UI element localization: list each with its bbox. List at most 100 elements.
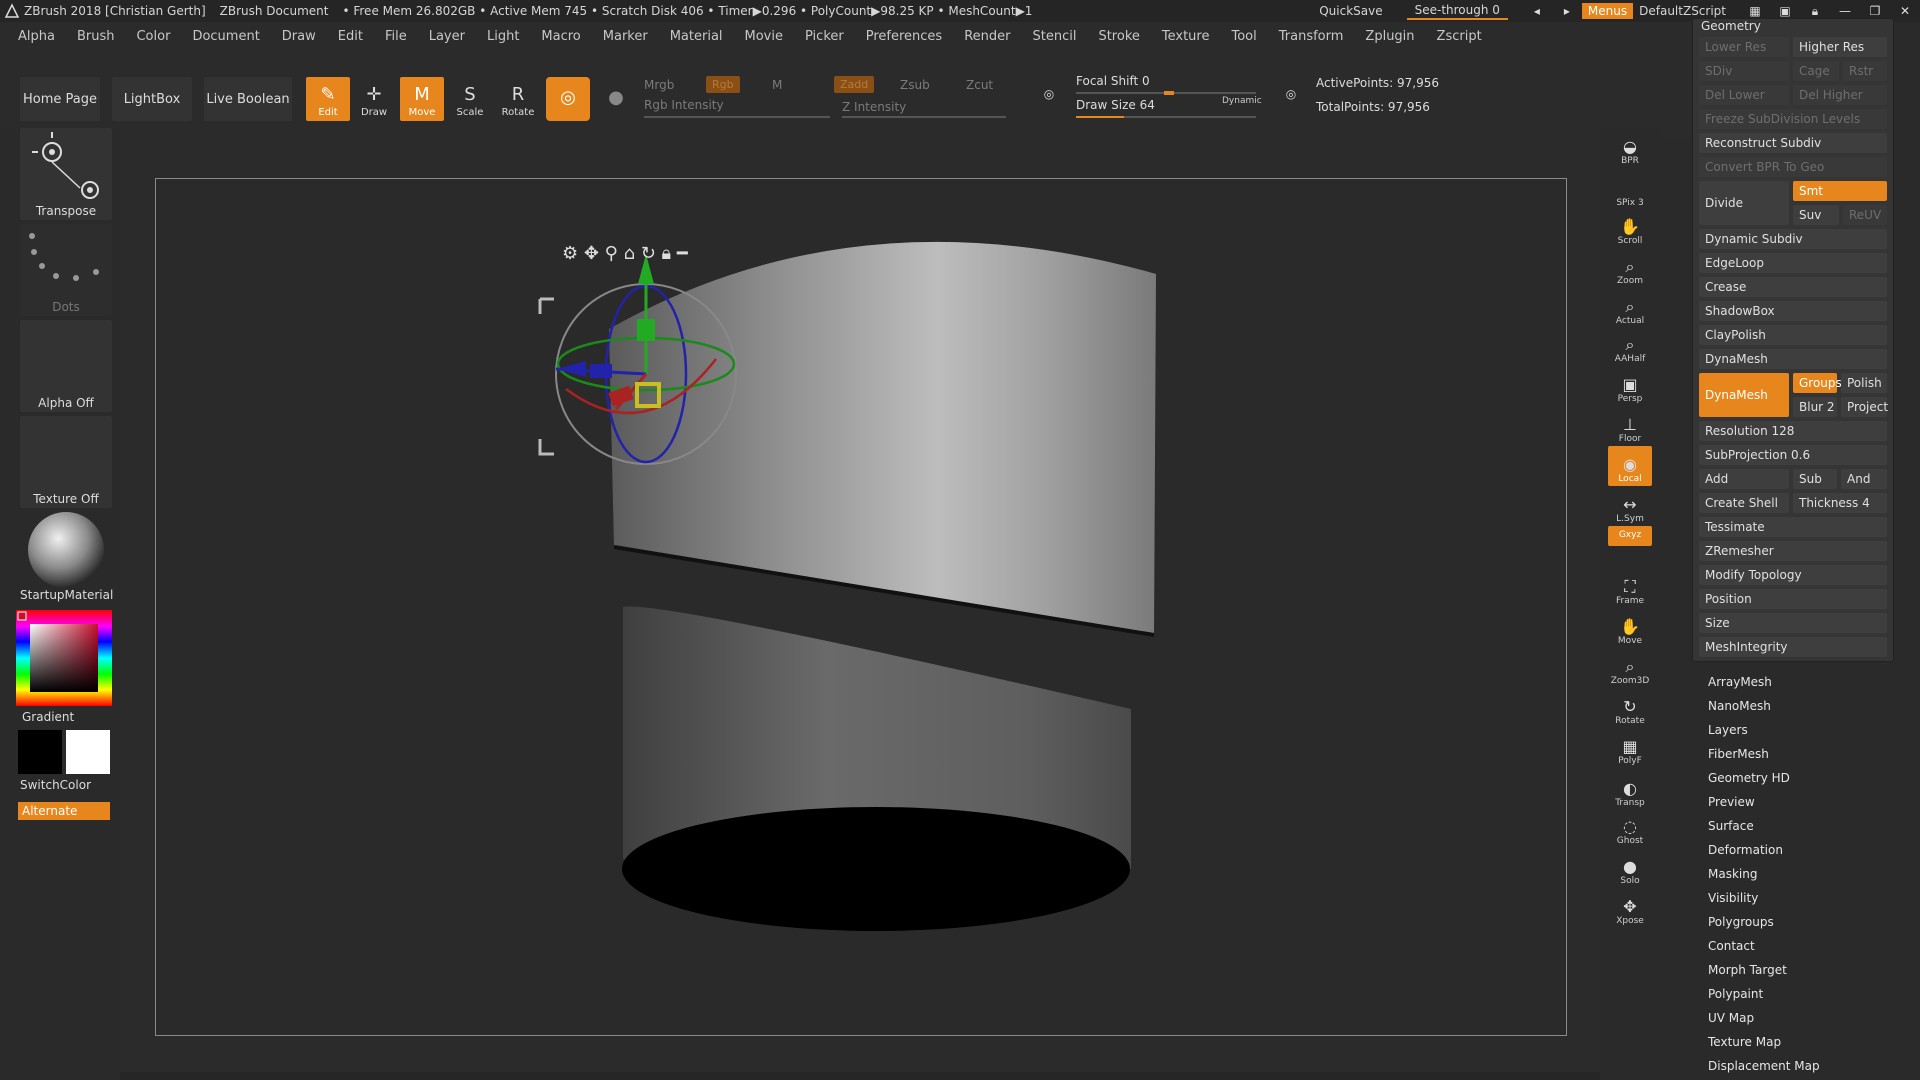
shelf-aahalf-button[interactable]: ⌕ AAHalf [1608,326,1652,366]
rotate-mode-button[interactable]: R Rotate [496,77,540,121]
crease-section[interactable]: Crease [1699,277,1887,297]
tool-sub-morph-target[interactable]: Morph Target [1708,958,1908,982]
shelf-local-button[interactable]: ◉ Local [1608,446,1652,486]
shelf-scroll-button[interactable]: ✋ Scroll [1608,208,1652,248]
reconstruct-subdiv-button[interactable]: Reconstruct Subdiv [1699,133,1887,153]
higher-res-button[interactable]: Higher Res [1793,37,1887,57]
zcut-button[interactable]: Zcut [966,78,993,92]
restore-icon[interactable]: ❐ [1866,3,1884,19]
zremesher-section[interactable]: ZRemesher [1699,541,1887,561]
menu-material[interactable]: Material [670,29,723,44]
menus-button[interactable]: Menus [1581,3,1634,19]
dynamic-toggle[interactable]: Dynamic [1222,96,1262,106]
blur-slider[interactable]: Blur 2 [1793,397,1837,417]
shelf-bpr-button[interactable]: ◒ BPR [1608,128,1652,168]
position-section[interactable]: Position [1699,589,1887,609]
shelf-zoom3d-button[interactable]: ⌕ Zoom3D [1608,648,1652,688]
alpha-button[interactable]: Alpha Off [20,320,112,412]
menu-movie[interactable]: Movie [745,29,783,44]
tool-sub-deformation[interactable]: Deformation [1708,838,1908,862]
tool-sub-polygroups[interactable]: Polygroups [1708,910,1908,934]
color-picker[interactable] [16,610,112,706]
texture-button[interactable]: Texture Off [20,416,112,508]
freeze-subdivision-button[interactable]: Freeze SubDivision Levels [1699,109,1887,129]
create-shell-button[interactable]: Create Shell [1699,493,1789,513]
del-lower-button[interactable]: Del Lower [1699,85,1789,105]
m-button[interactable]: M [772,78,782,92]
scale-mode-button[interactable]: S Scale [448,77,492,121]
alternate-button[interactable]: Alternate [18,802,110,820]
close-icon[interactable]: ✕ [1896,3,1914,19]
dynamesh-button[interactable]: DynaMesh [1699,373,1789,417]
menu-stroke[interactable]: Stroke [1098,29,1139,44]
focal-shift-knob[interactable] [1164,91,1174,95]
del-higher-button[interactable]: Del Higher [1793,85,1887,105]
move-mode-button[interactable]: M Move [400,77,444,121]
modify-topology-section[interactable]: Modify Topology [1699,565,1887,585]
groups-toggle[interactable]: Groups [1793,373,1842,393]
sdiv-slider[interactable]: SDiv [1699,61,1789,81]
arrow-left-icon[interactable]: ◂ [1528,3,1546,19]
shelf-rotate-button[interactable]: ↻ Rotate [1608,688,1652,728]
shelf-persp-button[interactable]: ▣ Persp [1608,366,1652,406]
menu-zscript[interactable]: Zscript [1437,29,1482,44]
dynamesh-section-header[interactable]: DynaMesh [1699,349,1887,369]
transpose-button[interactable]: Transpose [20,128,112,220]
tessimate-section[interactable]: Tessimate [1699,517,1887,537]
rgb-intensity-slider[interactable] [644,116,830,118]
lock-icon[interactable]: 🔒︎ [1806,3,1824,19]
project-toggle[interactable]: Project [1841,397,1888,417]
tool-sub-arraymesh[interactable]: ArrayMesh [1708,670,1908,694]
shelf-polyf-button[interactable]: ▦ PolyF [1608,728,1652,768]
focal-d-icon[interactable]: ◎ [1282,86,1300,102]
shelf-floor-button[interactable]: ⊥ Floor [1608,406,1652,446]
menu-render[interactable]: Render [964,29,1010,44]
cage-button[interactable]: Cage [1793,61,1839,81]
tool-sub-masking[interactable]: Masking [1708,862,1908,886]
see-through-slider[interactable]: See-through 0 [1406,2,1508,20]
meshintegrity-section[interactable]: MeshIntegrity [1699,637,1887,657]
convert-bpr-button[interactable]: Convert BPR To Geo [1699,157,1887,177]
sphere-material-button[interactable]: ● [594,77,638,121]
mrgb-button[interactable]: Mrgb [644,78,674,92]
resolution-slider[interactable]: Resolution 128 [1699,421,1887,441]
minimize-icon[interactable]: — [1836,3,1854,19]
secondary-color-swatch[interactable] [66,730,110,774]
home-page-button[interactable]: Home Page [20,77,100,121]
rstr-button[interactable]: Rstr [1843,61,1887,81]
menu-file[interactable]: File [385,29,407,44]
gradient-label[interactable]: Gradient [22,710,74,724]
polish-toggle[interactable]: Polish [1841,373,1887,393]
edit-mode-button[interactable]: ✎ Edit [306,77,350,121]
shelf-xpose-button[interactable]: ✥ Xpose [1608,888,1652,928]
tool-sub-uv-map[interactable]: UV Map [1708,1006,1908,1030]
lightbox-button[interactable]: LightBox [112,77,192,121]
rgb-button[interactable]: Rgb [706,76,740,93]
shelf-zoom-button[interactable]: ⌕ Zoom [1608,248,1652,288]
gizmo-toggle-button[interactable]: ◎ [546,77,590,121]
menu-alpha[interactable]: Alpha [18,29,55,44]
shadowbox-section[interactable]: ShadowBox [1699,301,1887,321]
subprojection-slider[interactable]: SubProjection 0.6 [1699,445,1887,465]
smt-toggle[interactable]: Smt [1793,181,1887,201]
palette-title[interactable]: Geometry [1701,15,1761,37]
claypolish-section[interactable]: ClayPolish [1699,325,1887,345]
shelf-l-sym-button[interactable]: ↔ L.Sym [1608,486,1652,526]
menu-color[interactable]: Color [136,29,170,44]
size-section[interactable]: Size [1699,613,1887,633]
primary-color-swatch[interactable] [18,730,62,774]
dynamic-subdiv-section[interactable]: Dynamic Subdiv [1699,229,1887,249]
tool-sub-geometry-hd[interactable]: Geometry HD [1708,766,1908,790]
tool-sub-fibermesh[interactable]: FiberMesh [1708,742,1908,766]
menu-marker[interactable]: Marker [603,29,648,44]
thickness-slider[interactable]: Thickness 4 [1793,493,1887,513]
menu-tool[interactable]: Tool [1231,29,1256,44]
shelf-frame-button[interactable]: ⛶ Frame [1608,568,1652,608]
menu-edit[interactable]: Edit [338,29,363,44]
shelf-move-button[interactable]: ✋ Move [1608,608,1652,648]
menu-layer[interactable]: Layer [429,29,465,44]
reuv-toggle[interactable]: ReUV [1843,205,1887,225]
shelf-transp-button[interactable]: ◐ Transp [1608,770,1652,810]
menu-stencil[interactable]: Stencil [1032,29,1076,44]
tool-sub-visibility[interactable]: Visibility [1708,886,1908,910]
